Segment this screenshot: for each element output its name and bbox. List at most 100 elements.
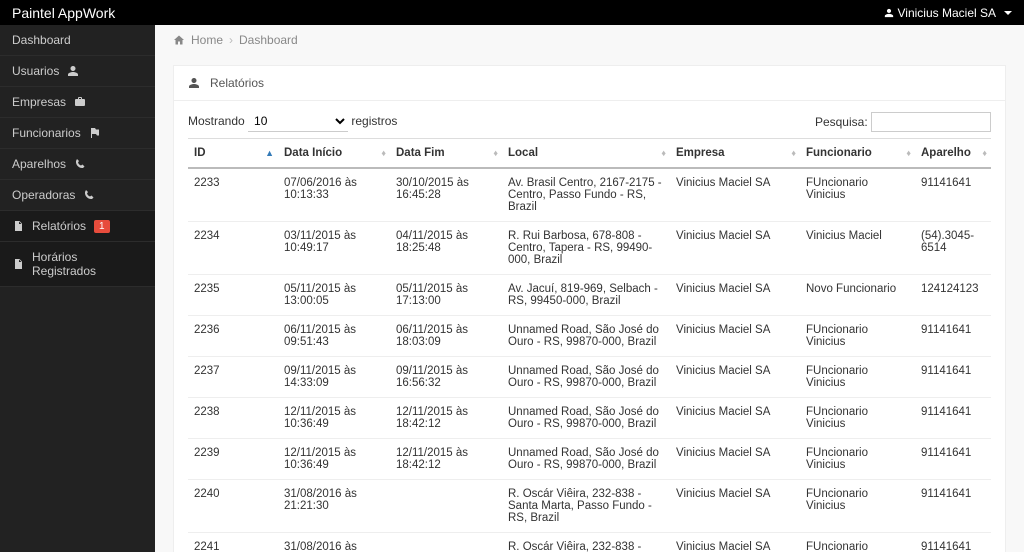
table-row[interactable]: 224031/08/2016 às 21:21:30 R. Oscár Viêir…	[188, 480, 991, 533]
table-row[interactable]: 223812/11/2015 às 10:36:4912/11/2015 às …	[188, 398, 991, 439]
cell-fim: 04/11/2015 às 18:25:48	[390, 222, 502, 275]
table-row[interactable]: 223403/11/2015 às 10:49:1704/11/2015 às …	[188, 222, 991, 275]
search-label: Pesquisa:	[815, 115, 868, 129]
cell-aparelho: 91141641	[915, 439, 991, 480]
cell-aparelho: 91141641	[915, 398, 991, 439]
chevron-down-icon	[1004, 11, 1012, 15]
sidebar-item-label: Operadoras	[12, 188, 75, 202]
col-label: Empresa	[676, 147, 725, 159]
sidebar-item-aparelhos[interactable]: Aparelhos	[0, 149, 155, 180]
cell-fim	[390, 533, 502, 552]
sidebar-item-operadoras[interactable]: Operadoras	[0, 180, 155, 211]
phone-icon	[74, 158, 86, 170]
cell-empresa: Vinicius Maciel SA	[670, 533, 800, 552]
cell-inicio: 12/11/2015 às 10:36:49	[278, 439, 390, 480]
cell-local: Unnamed Road, São José do Ouro - RS, 998…	[502, 316, 670, 357]
sidebar-item-label: Horários Registrados	[32, 250, 143, 278]
cell-empresa: Vinicius Maciel SA	[670, 357, 800, 398]
sidebar-item-label: Funcionarios	[12, 126, 81, 140]
cell-aparelho: 91141641	[915, 357, 991, 398]
panel: Relatórios Mostrando 10 registros Pesqui…	[173, 65, 1006, 552]
breadcrumb-home[interactable]: Home	[191, 33, 223, 47]
table-row[interactable]: 223709/11/2015 às 14:33:0909/11/2015 às …	[188, 357, 991, 398]
phone-icon	[83, 189, 95, 201]
home-icon	[173, 34, 185, 46]
cell-aparelho: 91141641	[915, 168, 991, 222]
user-name: Vinicius Maciel SA	[898, 6, 996, 20]
sidebar-item-label: Empresas	[12, 95, 66, 109]
page-size-select[interactable]: 10	[248, 111, 348, 132]
cell-aparelho: 91141641	[915, 316, 991, 357]
cell-func: FUncionario Vinicius	[800, 316, 915, 357]
sidebar: Dashboard Usuarios Empresas Funcionarios…	[0, 25, 155, 552]
col-label: Data Início	[284, 147, 342, 159]
panel-title: Relatórios	[210, 76, 264, 90]
cell-local: Unnamed Road, São José do Ouro - RS, 998…	[502, 357, 670, 398]
user-icon	[188, 77, 200, 89]
cell-aparelho: 91141641	[915, 480, 991, 533]
cell-id: 2235	[188, 275, 278, 316]
cell-local: Unnamed Road, São José do Ouro - RS, 998…	[502, 439, 670, 480]
cell-inicio: 31/08/2016 às 21:21:30	[278, 533, 390, 552]
col-label: Local	[508, 147, 538, 159]
sort-icon: ♦	[661, 148, 666, 158]
cell-id: 2239	[188, 439, 278, 480]
cell-inicio: 06/11/2015 às 09:51:43	[278, 316, 390, 357]
cell-local: Av. Jacuí, 819-969, Selbach - RS, 99450-…	[502, 275, 670, 316]
sidebar-item-label: Relatórios	[32, 219, 86, 233]
cell-empresa: Vinicius Maciel SA	[670, 480, 800, 533]
show-prefix: Mostrando	[188, 114, 245, 128]
sort-asc-icon: ▲	[265, 148, 274, 158]
sidebar-item-label: Usuarios	[12, 64, 59, 78]
cell-fim: 30/10/2015 às 16:45:28	[390, 168, 502, 222]
col-funcionario[interactable]: Funcionario♦	[800, 139, 915, 169]
col-id[interactable]: ID ▲	[188, 139, 278, 169]
table-row[interactable]: 224131/08/2016 às 21:21:30R. Oscár Viêir…	[188, 533, 991, 552]
user-icon	[884, 8, 894, 18]
col-aparelho[interactable]: Aparelho♦	[915, 139, 991, 169]
cell-id: 2238	[188, 398, 278, 439]
col-local[interactable]: Local ♦	[502, 139, 670, 169]
user-menu[interactable]: Vinicius Maciel SA	[884, 6, 1012, 20]
notification-badge: 1	[94, 220, 110, 233]
document-icon	[12, 220, 24, 232]
document-icon	[12, 258, 24, 270]
cell-id: 2240	[188, 480, 278, 533]
col-label: Data Fim	[396, 147, 445, 159]
cell-func: Novo Funcionario	[800, 275, 915, 316]
cell-local: R. Rui Barbosa, 678-808 - Centro, Tapera…	[502, 222, 670, 275]
cell-empresa: Vinicius Maciel SA	[670, 275, 800, 316]
sidebar-item-usuarios[interactable]: Usuarios	[0, 56, 155, 87]
cell-fim	[390, 480, 502, 533]
flag-icon	[89, 127, 101, 139]
cell-fim: 05/11/2015 às 17:13:00	[390, 275, 502, 316]
table-row[interactable]: 223505/11/2015 às 13:00:0505/11/2015 às …	[188, 275, 991, 316]
cell-func: FUncionario Vinicius	[800, 533, 915, 552]
sidebar-item-horarios[interactable]: Horários Registrados	[0, 242, 155, 287]
col-empresa[interactable]: Empresa♦	[670, 139, 800, 169]
panel-header: Relatórios	[174, 66, 1005, 101]
col-fim[interactable]: Data Fim♦	[390, 139, 502, 169]
sidebar-item-funcionarios[interactable]: Funcionarios	[0, 118, 155, 149]
topbar: Paintel AppWork Vinicius Maciel SA	[0, 0, 1024, 25]
search-input[interactable]	[871, 112, 991, 132]
table-row[interactable]: 223606/11/2015 às 09:51:4306/11/2015 às …	[188, 316, 991, 357]
sidebar-item-relatorios[interactable]: Relatórios 1	[0, 211, 155, 242]
sidebar-item-label: Aparelhos	[12, 157, 66, 171]
cell-empresa: Vinicius Maciel SA	[670, 398, 800, 439]
cell-inicio: 31/08/2016 às 21:21:30	[278, 480, 390, 533]
col-inicio[interactable]: Data Início♦	[278, 139, 390, 169]
table-row[interactable]: 223307/06/2016 às 10:13:3330/10/2015 às …	[188, 168, 991, 222]
cell-local: R. Oscár Viêira, 232-838 - Santa Marta, …	[502, 480, 670, 533]
cell-inicio: 07/06/2016 às 10:13:33	[278, 168, 390, 222]
sidebar-item-empresas[interactable]: Empresas	[0, 87, 155, 118]
cell-empresa: Vinicius Maciel SA	[670, 168, 800, 222]
cell-inicio: 05/11/2015 às 13:00:05	[278, 275, 390, 316]
sort-icon: ♦	[982, 148, 987, 158]
cell-inicio: 03/11/2015 às 10:49:17	[278, 222, 390, 275]
sidebar-item-dashboard[interactable]: Dashboard	[0, 25, 155, 56]
sidebar-item-label: Dashboard	[12, 33, 71, 47]
cell-inicio: 09/11/2015 às 14:33:09	[278, 357, 390, 398]
table-row[interactable]: 223912/11/2015 às 10:36:4912/11/2015 às …	[188, 439, 991, 480]
col-label: ID	[194, 147, 206, 159]
